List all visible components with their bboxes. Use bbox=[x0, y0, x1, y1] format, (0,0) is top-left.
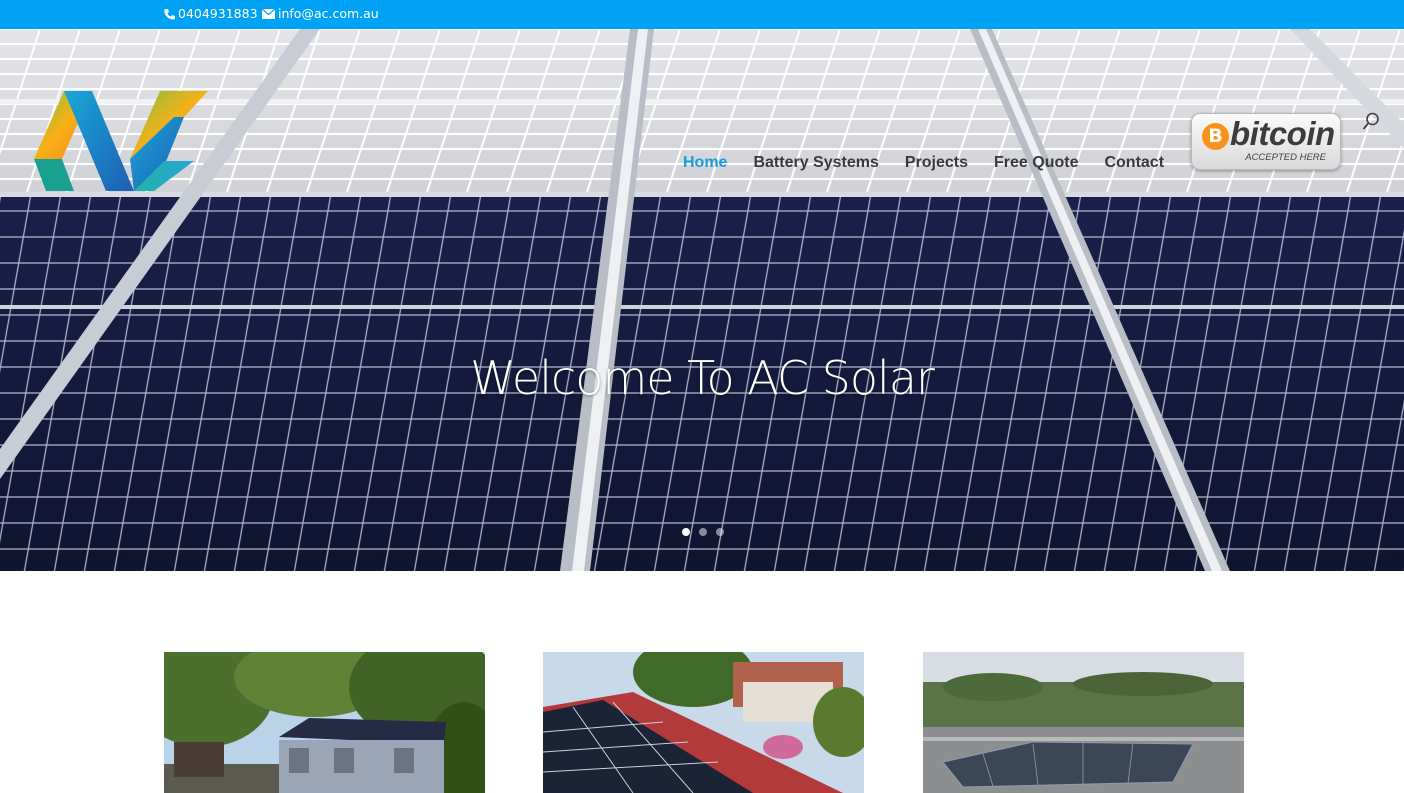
bitcoin-accepted-badge[interactable]: B bitcoin ACCEPTED HERE bbox=[1191, 113, 1341, 170]
nav-home[interactable]: Home bbox=[683, 154, 727, 172]
slider-pagination bbox=[682, 528, 724, 536]
roof-solar-photo bbox=[543, 652, 864, 793]
envelope-icon bbox=[262, 8, 275, 19]
ac-solar-logo[interactable] bbox=[34, 87, 208, 193]
main-navigation: Home Battery Systems Projects Free Quote… bbox=[683, 154, 1190, 172]
project-image[interactable] bbox=[164, 652, 485, 793]
house-solar-photo bbox=[164, 652, 485, 793]
phone-number: 0404931883 bbox=[178, 6, 258, 21]
bitcoin-icon: B bbox=[1202, 123, 1229, 150]
slider-dot[interactable] bbox=[699, 528, 707, 536]
bitcoin-tagline: ACCEPTED HERE bbox=[1245, 152, 1326, 163]
nav-free-quote[interactable]: Free Quote bbox=[994, 154, 1078, 172]
hero-title: Welcome To AC Solar bbox=[470, 351, 935, 405]
slider-dot[interactable] bbox=[716, 528, 724, 536]
ac-logo-icon bbox=[34, 91, 208, 191]
slider-dot[interactable] bbox=[682, 528, 690, 536]
solar-panels-background bbox=[0, 29, 1404, 571]
email-address: info@ac.com.au bbox=[278, 6, 379, 21]
phone-icon bbox=[164, 8, 175, 20]
search-icon[interactable] bbox=[1361, 111, 1381, 131]
top-contact-bar: 0404931883 info@ac.com.au bbox=[0, 0, 1404, 29]
email-link[interactable]: info@ac.com.au bbox=[262, 6, 379, 21]
nav-projects[interactable]: Projects bbox=[905, 154, 968, 172]
project-image[interactable] bbox=[923, 652, 1244, 793]
project-image[interactable] bbox=[543, 652, 864, 793]
hero-slider: Home Battery Systems Projects Free Quote… bbox=[0, 29, 1404, 571]
commercial-roof-solar-photo bbox=[923, 652, 1244, 793]
nav-battery-systems[interactable]: Battery Systems bbox=[753, 154, 878, 172]
bitcoin-word: bitcoin bbox=[1230, 115, 1335, 152]
nav-contact[interactable]: Contact bbox=[1104, 154, 1164, 172]
phone-link[interactable]: 0404931883 bbox=[164, 6, 258, 21]
